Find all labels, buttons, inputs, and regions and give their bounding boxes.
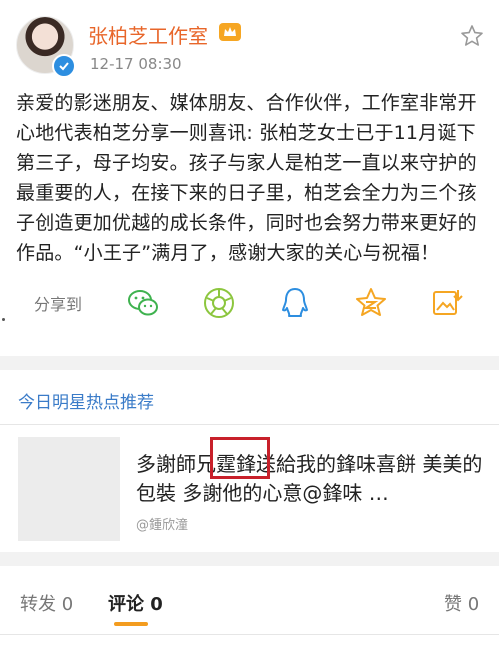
post-time: 12-17 08:30 bbox=[90, 55, 182, 73]
recommend-section-title[interactable]: 今日明星热点推荐 bbox=[18, 388, 154, 413]
qzone-icon[interactable] bbox=[354, 286, 388, 320]
share-label: 分享到 bbox=[34, 295, 83, 314]
active-tab-indicator bbox=[114, 622, 148, 626]
section-divider bbox=[0, 356, 499, 370]
moments-icon[interactable] bbox=[202, 286, 236, 320]
verified-badge-icon bbox=[52, 54, 76, 78]
vip-crown-icon bbox=[219, 23, 241, 41]
favorite-star-icon[interactable] bbox=[460, 24, 484, 48]
tab-repost[interactable]: 转发 0 bbox=[20, 590, 73, 616]
post-body-text: 亲爱的影迷朋友、媒体朋友、合作伙伴，工作室非常开心地代表柏芝分享一则喜讯: 张柏… bbox=[16, 92, 477, 264]
tab-like[interactable]: 赞 0 bbox=[444, 590, 479, 616]
qq-icon[interactable] bbox=[278, 286, 312, 320]
highlight-box bbox=[210, 437, 270, 479]
section-divider bbox=[0, 552, 499, 566]
recommend-thumbnail[interactable] bbox=[18, 437, 120, 541]
divider bbox=[0, 424, 499, 425]
recommend-post-user[interactable]: @鍾欣潼 bbox=[136, 514, 188, 533]
wechat-icon[interactable] bbox=[126, 286, 160, 320]
tab-comment[interactable]: 评论 0 bbox=[108, 590, 163, 616]
divider bbox=[0, 634, 499, 635]
save-image-icon[interactable] bbox=[430, 286, 464, 320]
recommend-post-text[interactable]: 多謝師兄霆鋒送給我的鋒味喜餅 美美的包裝 多謝他的心意@鋒味 … bbox=[136, 450, 486, 508]
author-name[interactable]: 张柏芝工作室 bbox=[88, 20, 208, 49]
decorative-dot bbox=[2, 318, 5, 321]
